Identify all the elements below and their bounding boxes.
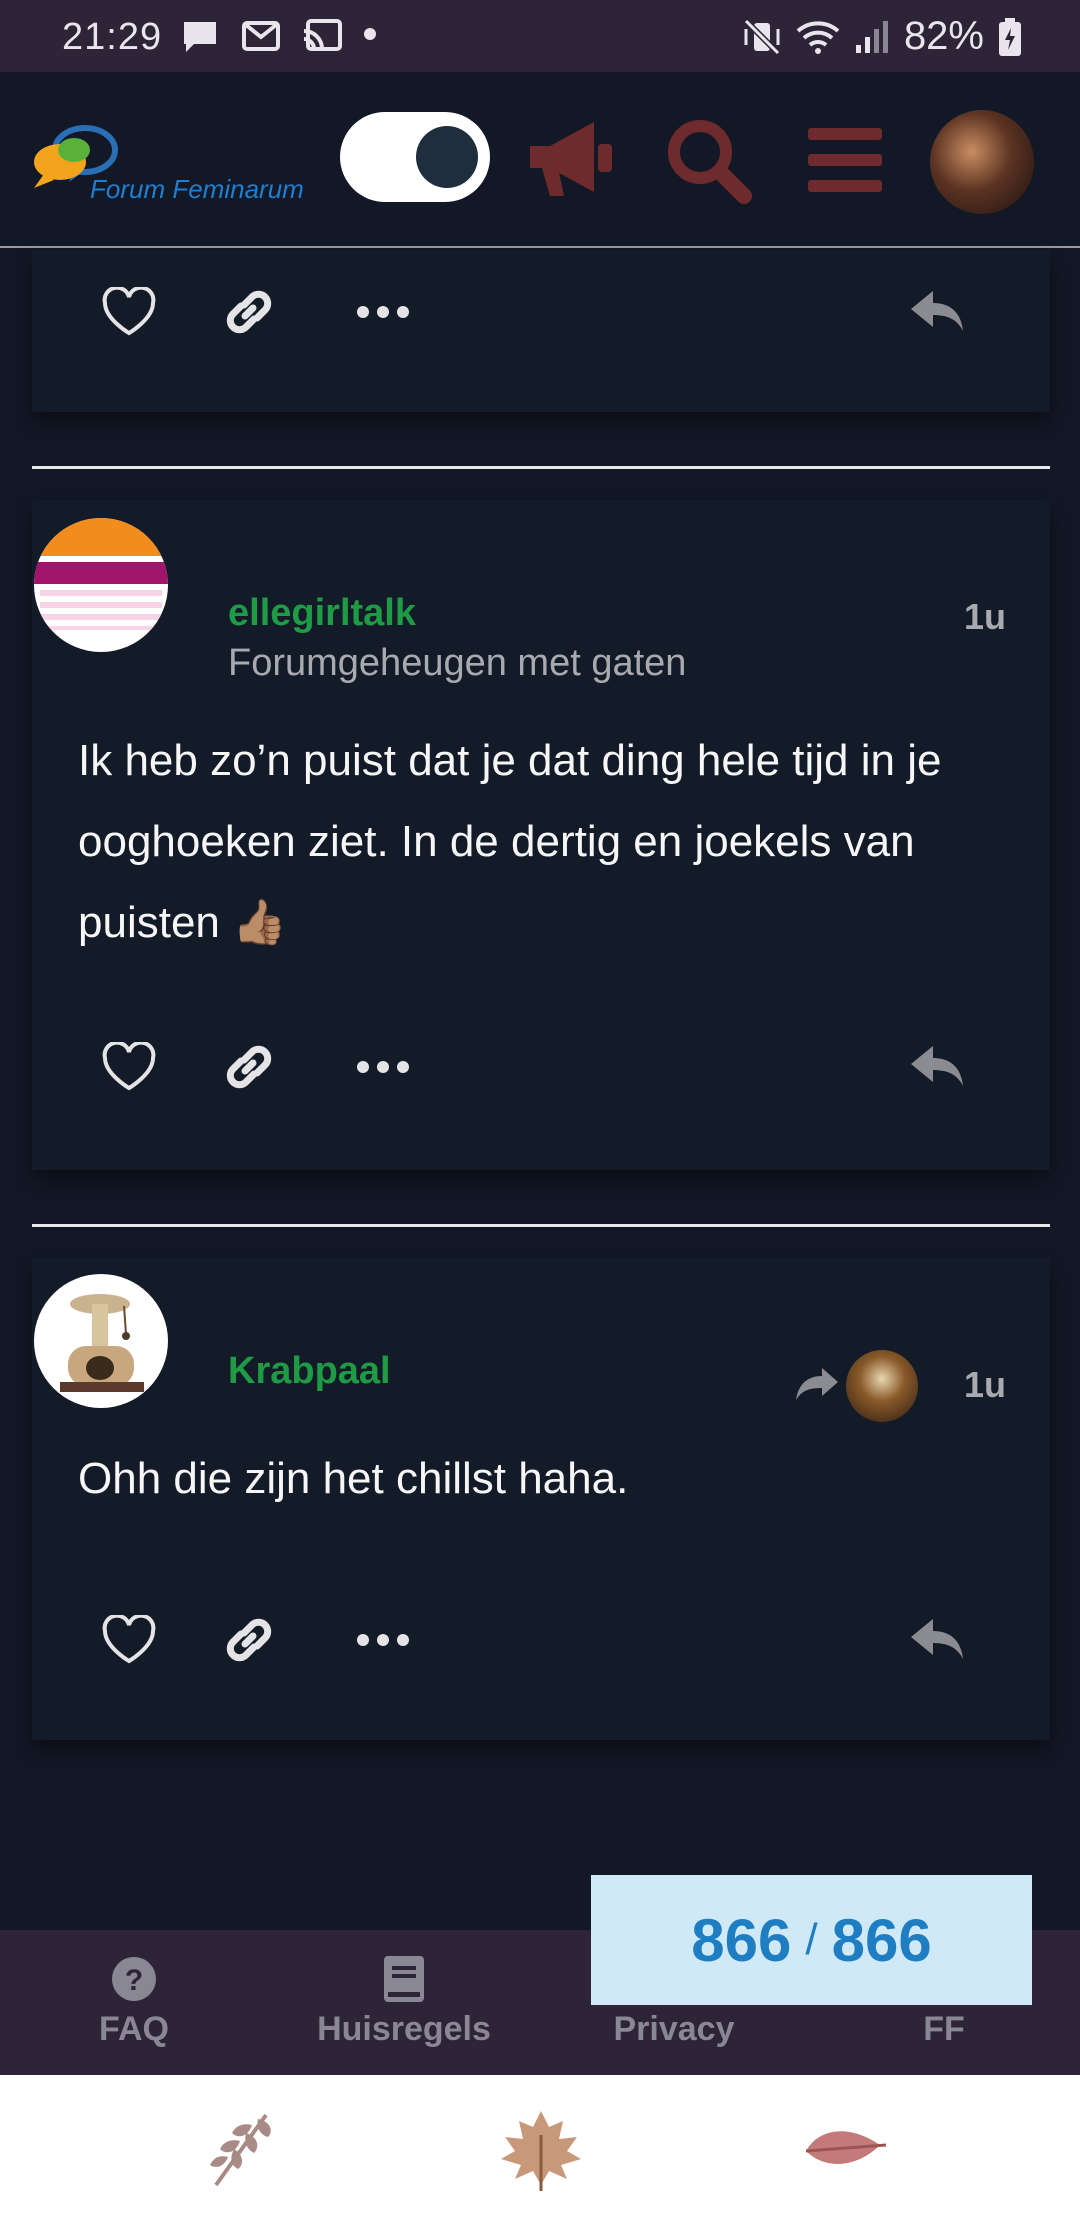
heart-icon — [102, 1042, 156, 1091]
link-icon — [226, 290, 272, 334]
chat-notification-icon — [184, 22, 216, 52]
gmail-notification-icon — [242, 21, 280, 51]
nav-item-huisregels[interactable]: Huisregels — [294, 1952, 514, 2049]
svg-text:?: ? — [125, 1964, 143, 1997]
post-time[interactable]: 1u — [964, 1364, 1006, 1406]
more-notifications-dot — [364, 28, 376, 40]
status-right: 82% — [742, 14, 1022, 59]
progress-total: 866 — [831, 1906, 932, 1974]
post-body: Ohh die zijn het chillst haha. — [78, 1454, 629, 1503]
search-icon[interactable] — [662, 116, 762, 206]
progress-current: 866 — [691, 1906, 792, 1974]
signal-icon — [855, 20, 888, 53]
cast-icon — [303, 19, 342, 51]
announcement-megaphone-icon[interactable] — [522, 116, 622, 206]
toggle-knob — [416, 126, 478, 188]
logo-text: Forum Feminarum — [90, 174, 304, 204]
link-icon — [226, 1045, 272, 1089]
book-icon — [384, 1956, 424, 2002]
author-username[interactable]: Krabpaal — [228, 1350, 391, 1393]
site-header: Forum Feminarum — [0, 72, 1080, 248]
post-card: Krabpaal 1u Ohh die zijn het chillst hah… — [32, 1258, 1050, 1740]
heart-icon — [102, 1615, 156, 1664]
topic-progress-counter[interactable]: 866 / 866 — [591, 1875, 1032, 2005]
post-card: ellegirltalk Forumgeheugen met gaten 1u … — [32, 500, 1050, 1170]
home-leaf-icon[interactable] — [496, 2105, 586, 2195]
author-username[interactable]: ellegirltalk — [228, 592, 416, 635]
reply-button[interactable] — [902, 1027, 972, 1107]
more-options-button[interactable] — [348, 1027, 418, 1107]
nav-label-ff: FF — [923, 2010, 965, 2048]
battery-charging-icon — [999, 17, 1021, 56]
system-navigation-bar — [0, 2075, 1080, 2220]
progress-separator: / — [805, 1915, 818, 1964]
share-link-button[interactable] — [214, 1027, 284, 1107]
author-title: Forumgeheugen met gaten — [228, 642, 687, 684]
avatar-image-content — [40, 590, 162, 630]
mute-vibrate-icon — [743, 18, 781, 55]
nav-label-huisregels: Huisregels — [317, 2010, 491, 2048]
reply-button[interactable] — [902, 272, 972, 352]
user-avatar[interactable] — [930, 110, 1034, 214]
share-link-button[interactable] — [214, 1600, 284, 1680]
theme-toggle[interactable] — [340, 112, 490, 202]
avatar-image — [34, 518, 168, 556]
reply-icon — [911, 1619, 963, 1659]
recent-apps-leaf-icon[interactable] — [196, 2105, 286, 2195]
nav-item-faq[interactable]: ? FAQ — [24, 1952, 244, 2049]
cat-tree-avatar-image — [60, 1294, 144, 1392]
share-link-button[interactable] — [214, 272, 284, 352]
notification-icons — [180, 18, 342, 54]
more-options-button[interactable] — [348, 272, 418, 352]
reply-icon — [911, 1046, 963, 1086]
ellipsis-icon — [357, 1634, 409, 1646]
wifi-icon — [796, 20, 840, 54]
link-icon — [226, 1618, 272, 1662]
like-button[interactable] — [94, 1600, 164, 1680]
post-divider — [32, 1224, 1050, 1227]
avatar-image-band — [34, 562, 168, 584]
reply-to-arrow-icon[interactable] — [794, 1364, 840, 1404]
like-button[interactable] — [94, 1027, 164, 1107]
question-circle-icon: ? — [112, 1957, 156, 2001]
status-bar: 21:29 82% — [0, 0, 1080, 72]
reply-icon — [911, 291, 963, 331]
status-time: 21:29 — [62, 16, 163, 58]
reply-button[interactable] — [902, 1600, 972, 1680]
post-card-previous — [32, 250, 1050, 412]
post-actions — [32, 272, 1050, 352]
author-avatar[interactable] — [34, 518, 168, 652]
reply-to-avatar[interactable] — [846, 1350, 918, 1422]
author-avatar[interactable] — [34, 1274, 168, 1408]
ellipsis-icon — [357, 306, 409, 318]
post-actions — [32, 1027, 1050, 1107]
post-actions — [32, 1600, 1050, 1680]
hamburger-menu-icon[interactable] — [800, 116, 900, 206]
nav-label-faq: FAQ — [99, 2010, 169, 2048]
battery-percentage: 82% — [903, 14, 984, 58]
post-body: Ik heb zo’n puist dat je dat ding hele t… — [78, 736, 942, 947]
heart-icon — [102, 287, 156, 336]
ellipsis-icon — [357, 1061, 409, 1073]
post-divider — [32, 466, 1050, 469]
nav-label-privacy: Privacy — [613, 2010, 735, 2048]
more-options-button[interactable] — [348, 1600, 418, 1680]
like-button[interactable] — [94, 272, 164, 352]
post-time[interactable]: 1u — [964, 596, 1006, 638]
site-logo[interactable]: Forum Feminarum — [30, 120, 330, 210]
back-leaf-icon[interactable] — [800, 2105, 890, 2195]
